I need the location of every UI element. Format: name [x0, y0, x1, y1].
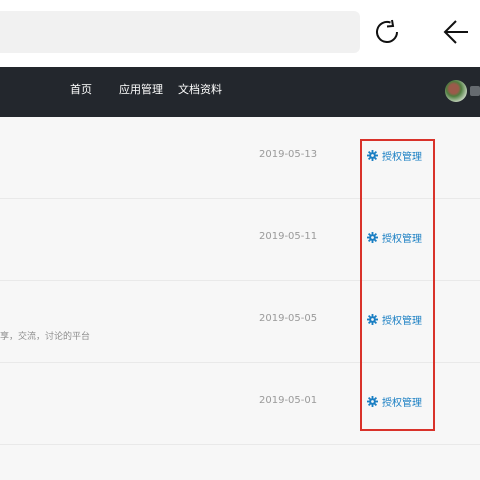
list-item: 享，交流，讨论的平台 2019-05-05 授权管理	[0, 281, 480, 363]
authorization-management-link[interactable]: 授权管理	[367, 311, 422, 327]
address-bar[interactable]	[0, 11, 360, 53]
nav-item-app-management[interactable]: 应用管理	[119, 67, 163, 117]
app-list: 2019-05-13 授权管理 2019-05-11 授权管理 享，交流，讨论的…	[0, 117, 480, 480]
gear-icon	[367, 313, 378, 325]
app-date: 2019-05-01	[259, 395, 318, 406]
nav-item-documents[interactable]: 文档资料	[178, 67, 222, 117]
list-item: 2019-05-01 授权管理	[0, 363, 480, 445]
authorization-management-label: 授权管理	[382, 151, 422, 163]
app-date: 2019-05-13	[259, 149, 318, 160]
authorization-management-label: 授权管理	[382, 315, 422, 327]
back-button[interactable]	[438, 14, 474, 50]
main-navbar: 首页 应用管理 文档资料	[0, 67, 480, 117]
gear-icon	[367, 231, 378, 243]
user-avatar[interactable]	[445, 80, 467, 102]
app-description: 享，交流，讨论的平台	[0, 332, 91, 342]
authorization-management-label: 授权管理	[382, 397, 422, 409]
authorization-management-label: 授权管理	[382, 233, 422, 245]
app-date: 2019-05-11	[259, 231, 318, 242]
list-item: 2019-05-11 授权管理	[0, 199, 480, 281]
authorization-management-link[interactable]: 授权管理	[367, 147, 422, 163]
arrow-left-icon	[443, 20, 468, 44]
browser-toolbar	[0, 0, 480, 67]
app-date: 2019-05-05	[259, 313, 318, 324]
authorization-management-link[interactable]: 授权管理	[367, 229, 422, 245]
reload-button[interactable]	[369, 14, 405, 50]
nav-item-home[interactable]: 首页	[70, 67, 92, 117]
user-menu-indicator[interactable]	[470, 86, 480, 96]
gear-icon	[367, 395, 378, 407]
list-item: 2019-05-13 授权管理	[0, 117, 480, 199]
reload-icon	[376, 19, 398, 43]
authorization-management-link[interactable]: 授权管理	[367, 393, 422, 409]
gear-icon	[367, 149, 378, 161]
